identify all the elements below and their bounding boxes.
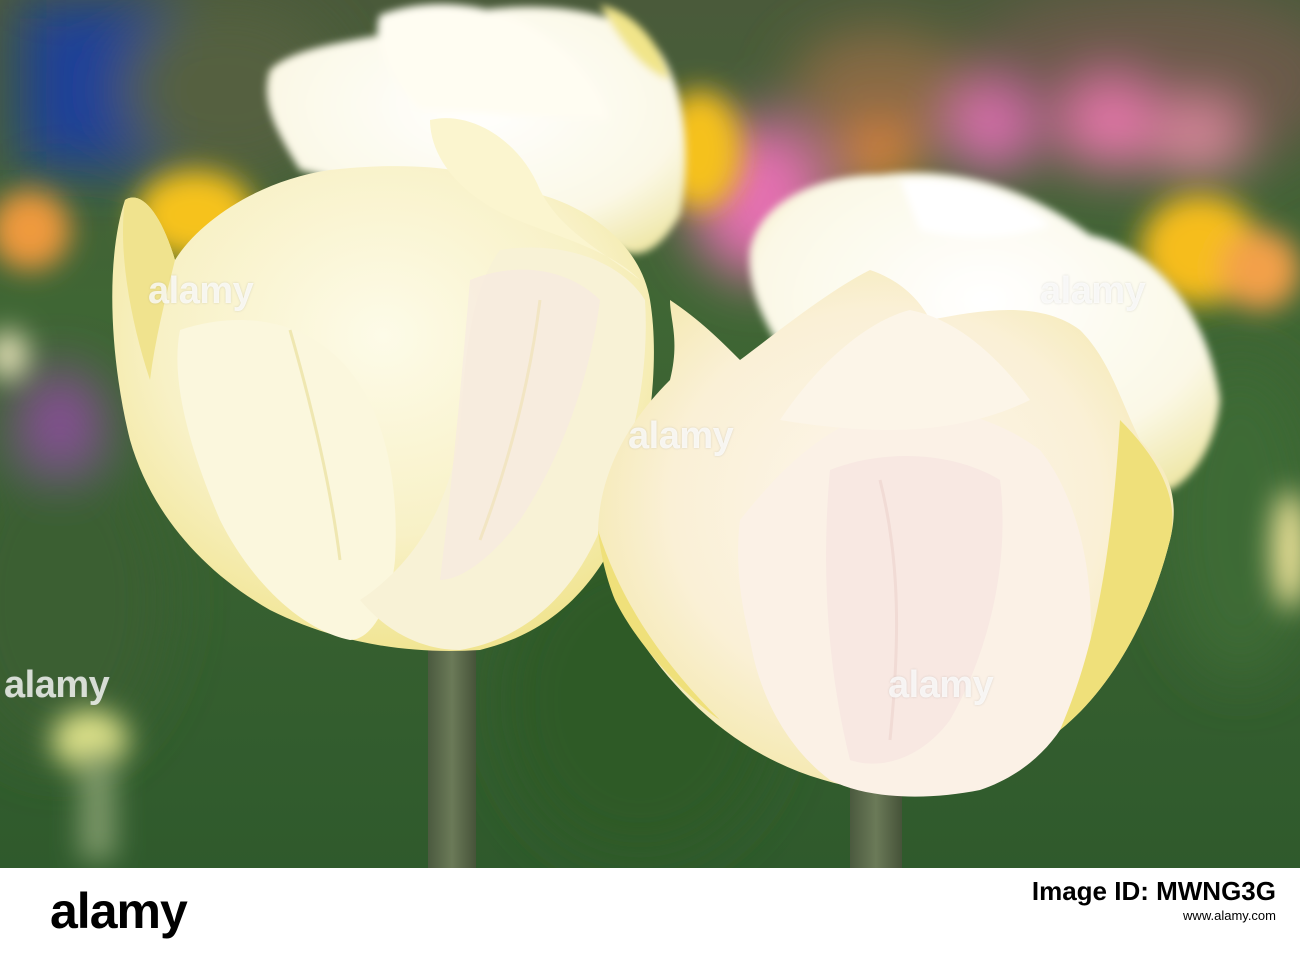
image-meta: Image ID: MWNG3G www.alamy.com <box>1032 876 1276 926</box>
watermark-text: alamy <box>628 415 734 457</box>
tulip-photo: alamy alamy alamy alamy alamy <box>0 0 1300 868</box>
watermark-text: alamy <box>4 664 110 706</box>
stock-photo-page: alamy alamy alamy alamy alamy alamy Imag… <box>0 0 1300 956</box>
site-url: www.alamy.com <box>1183 908 1276 923</box>
watermark-text: alamy <box>148 270 254 312</box>
watermark-text: alamy <box>888 664 994 706</box>
image-id: Image ID: MWNG3G <box>1031 876 1276 906</box>
alamy-logo: alamy <box>50 883 188 939</box>
footer-bar: alamy Image ID: MWNG3G www.alamy.com <box>0 868 1300 956</box>
watermark-text: alamy <box>1040 270 1146 312</box>
